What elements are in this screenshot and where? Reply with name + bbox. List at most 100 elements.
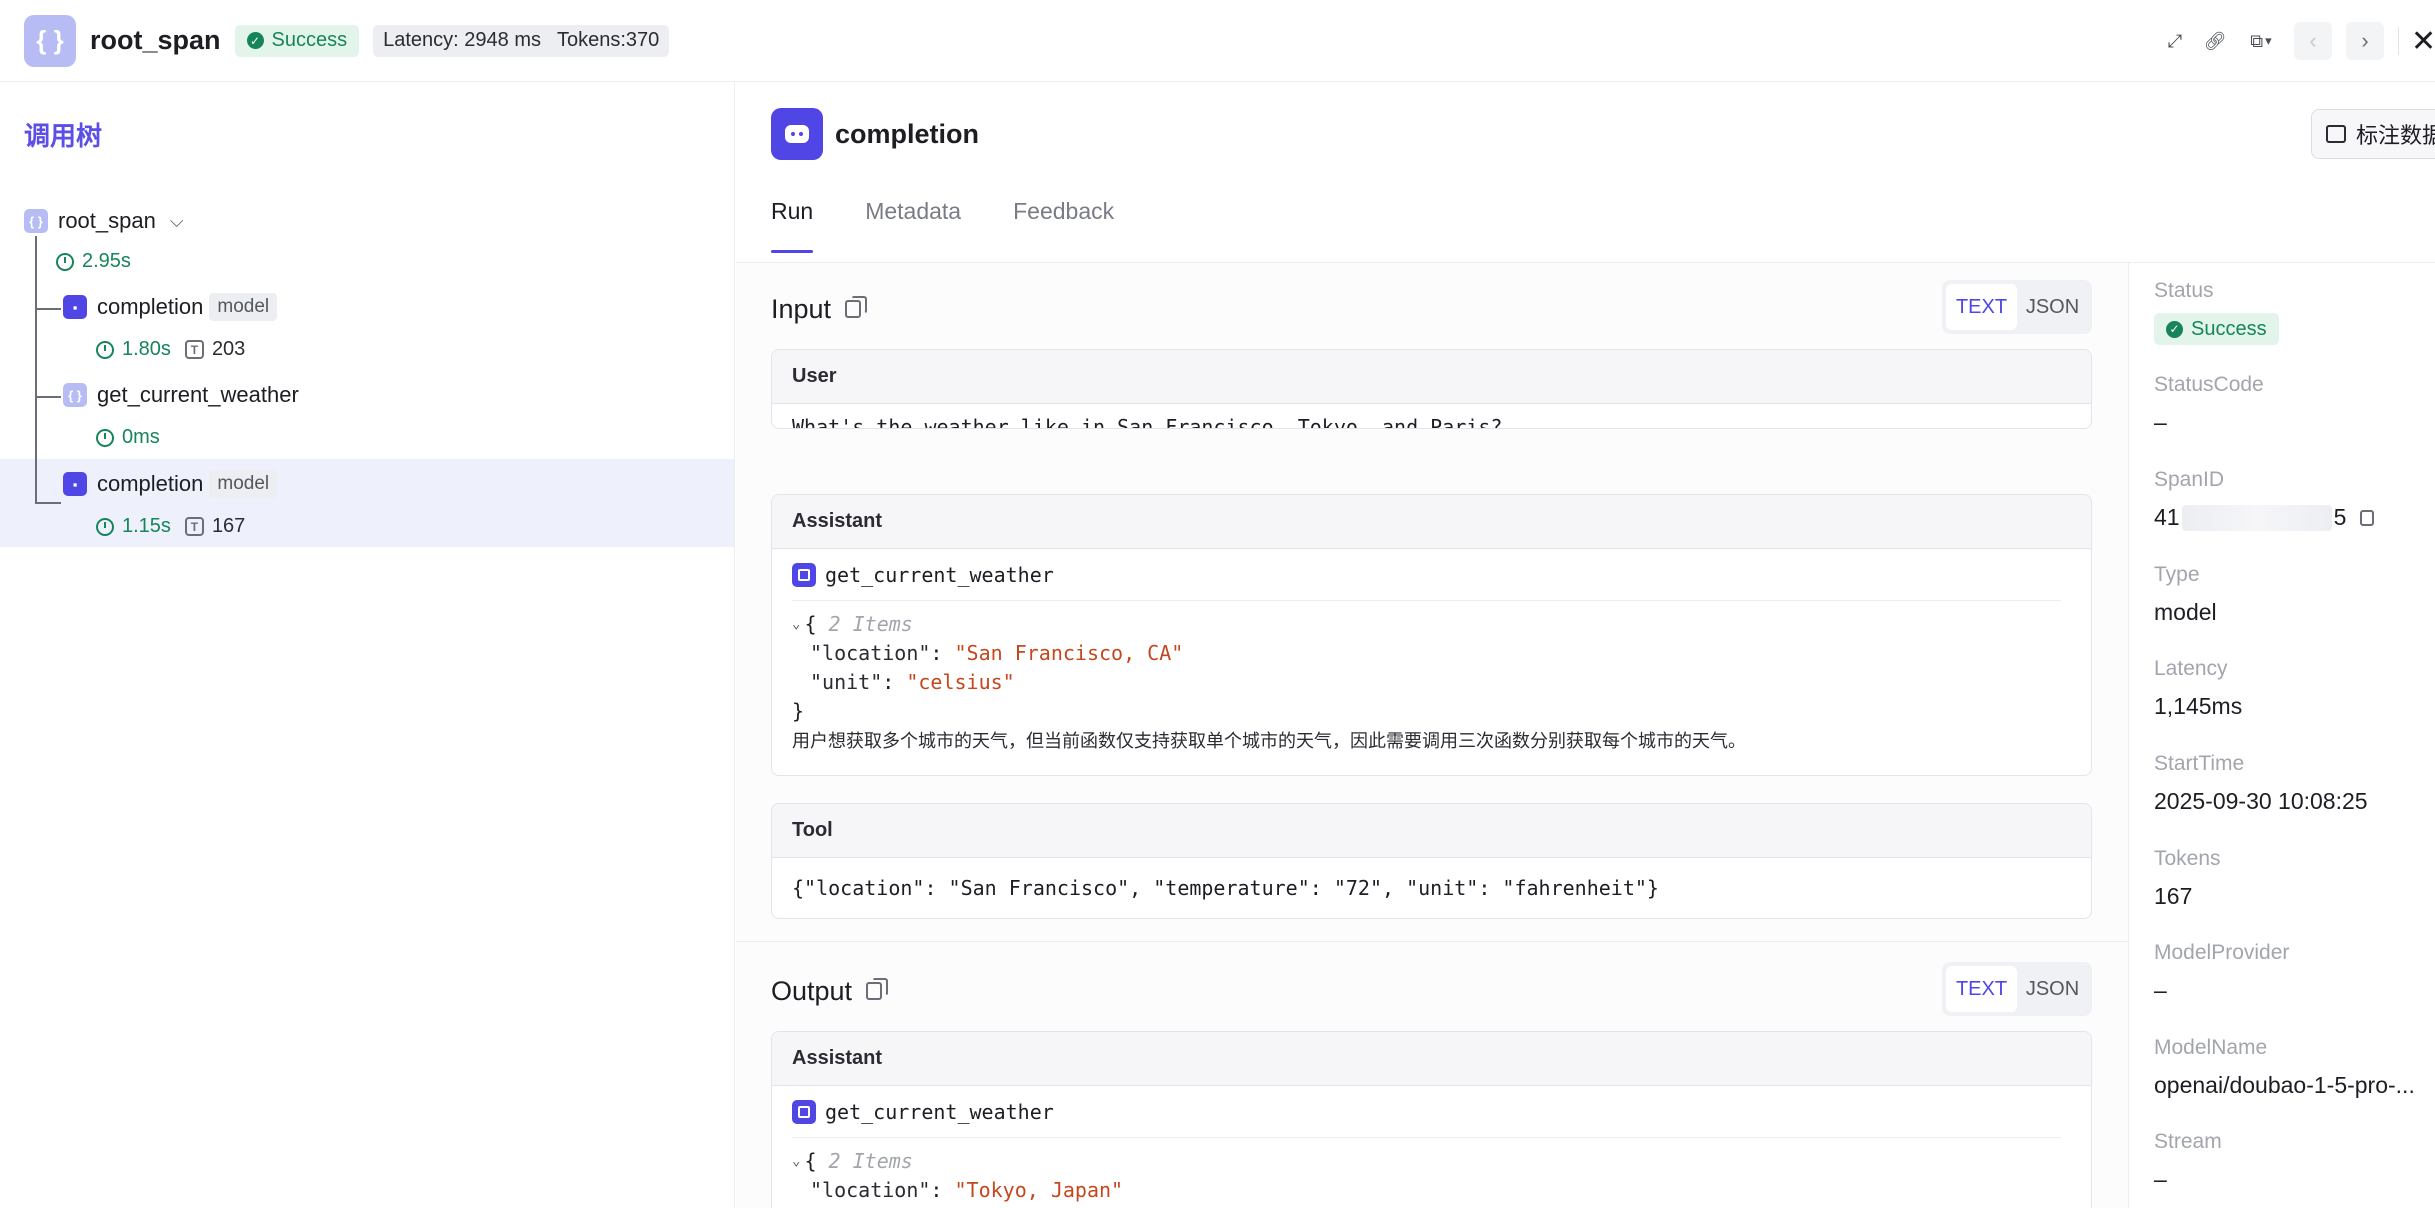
latency-value: 1.15s (122, 515, 171, 537)
field-value: 167 (2154, 883, 2193, 909)
assistant-reasoning-text: 用户想获取多个城市的天气，但当前函数仅支持获取单个城市的天气，因此需要调用三次函… (792, 731, 1746, 751)
copy-icon[interactable] (2360, 509, 2375, 526)
field-status: Status ✓ Success (2154, 279, 2279, 345)
tree-connector (35, 308, 61, 310)
tree-node-label: completion (97, 471, 204, 496)
field-label: StartTime (2154, 752, 2245, 775)
field-label: StatusCode (2154, 373, 2264, 396)
output-format-toggle: TEXT JSON (1942, 962, 2092, 1016)
clock-icon (96, 428, 114, 447)
latency-metric: Latency: 2948 ms (383, 29, 541, 51)
json-value: "Tokyo, Japan" (954, 1177, 1124, 1202)
tree-node-completion[interactable]: ▪ completion model (63, 293, 278, 321)
field-label: Status (2154, 279, 2214, 302)
format-text-option[interactable]: TEXT (1946, 966, 2017, 1012)
json-value: "celsius" (906, 669, 1015, 694)
field-stream: Stream – (2154, 1130, 2222, 1193)
token-icon: T (184, 517, 204, 536)
tree-node-completion-selected[interactable]: ▪ completion model (63, 470, 278, 498)
latency-value: 0ms (122, 426, 160, 448)
json-property: "unit": "celsius" (810, 669, 1015, 694)
close-icon[interactable]: ✕ (2411, 24, 2435, 59)
header-actions: ⤢ 🔗︎ ⧉ ▾ ‹ › ✕ (2148, 0, 2435, 82)
tool-call-header: get_current_weather (792, 1086, 2061, 1138)
json-key: "location" (810, 1177, 931, 1202)
call-tree-title: 调用树 (24, 121, 103, 151)
tree-node-root[interactable]: { } root_span ⌵ (24, 208, 184, 234)
tab-run[interactable]: Run (771, 198, 814, 253)
field-value: ✓ Success (2154, 313, 2279, 345)
message-role: User (772, 350, 2091, 404)
copy-icon[interactable] (845, 296, 868, 318)
copy-icon[interactable] (866, 978, 889, 1000)
tool-message: Tool {"location": "San Francisco", "temp… (771, 803, 2092, 919)
annotation-icon (2326, 125, 2346, 143)
token-icon: T (184, 340, 204, 359)
format-json-option[interactable]: JSON (2017, 284, 2088, 330)
chevron-right-icon: › (2361, 28, 2369, 53)
span-attributes-panel: Status ✓ Success StatusCode – SpanID 41 … (2128, 263, 2435, 1208)
check-circle-icon: ✓ (2166, 320, 2183, 338)
format-json-option[interactable]: JSON (2017, 966, 2088, 1012)
metrics-badge: Latency: 2948 ms Tokens:370 (373, 24, 670, 57)
chevron-down-icon[interactable]: ⌵ (170, 211, 184, 232)
tree-connector (35, 396, 61, 398)
token-value: 167 (211, 515, 246, 537)
next-span-button[interactable]: › (2346, 22, 2384, 60)
message-body: get_current_weather ⌄{ 2 Items "location… (772, 1086, 2091, 1204)
output-section-header: Output (771, 971, 889, 1011)
field-value: openai/doubao-1-5-pro-... (2154, 1072, 2415, 1098)
message-body: get_current_weather ⌄{ 2 Items "location… (772, 549, 2091, 755)
chat-bot-icon: ▪ (63, 295, 87, 319)
user-message: User What's the weather like in San Fran… (771, 349, 2092, 429)
field-value: 2025-09-30 10:08:25 (2154, 788, 2368, 814)
detail-tabs: Run Metadata Feedback (771, 198, 1166, 253)
redacted-span-id (2181, 504, 2332, 531)
collapse-chevron-icon[interactable]: ⌄ (792, 1153, 800, 1169)
tab-feedback[interactable]: Feedback (1013, 198, 1114, 253)
expand-icon[interactable]: ⤢ (2162, 28, 2188, 54)
annotate-data-button[interactable]: 标注数据 (2311, 109, 2435, 159)
prev-span-button[interactable]: ‹ (2294, 22, 2332, 60)
latency-stat: 1.80s (96, 338, 171, 361)
tree-connector (35, 502, 61, 504)
span-title: completion (835, 118, 980, 149)
clock-icon (96, 517, 114, 536)
chevron-left-icon: ‹ (2309, 28, 2317, 53)
field-label: SpanID (2154, 468, 2225, 491)
json-object-open: ⌄{ 2 Items (792, 1148, 913, 1173)
json-property: "location": "Tokyo, Japan" (810, 1177, 1124, 1202)
token-value: 203 (211, 338, 246, 360)
input-format-toggle: TEXT JSON (1942, 280, 2092, 334)
format-text-option[interactable]: TEXT (1946, 284, 2017, 330)
field-label: Stream (2154, 1130, 2222, 1153)
field-tokens: Tokens 167 (2154, 847, 2221, 910)
status-badge-label: Success (271, 29, 348, 51)
json-items-count: 2 Items (828, 611, 913, 636)
tree-node-stats: 1.80s T 203 (96, 338, 245, 361)
tool-call-name: get_current_weather (825, 562, 1054, 587)
annotate-data-label: 标注数据 (2356, 123, 2435, 148)
tab-metadata[interactable]: Metadata (865, 198, 961, 253)
header-divider (2398, 27, 2399, 55)
copy-dropdown-icon[interactable]: ⧉ ▾ (2242, 28, 2280, 54)
span-heading: completion (771, 108, 979, 160)
chat-bot-icon: ▪ (63, 472, 87, 496)
json-items-count: 2 Items (828, 1148, 913, 1173)
field-label: Type (2154, 563, 2200, 586)
tree-node-label: get_current_weather (97, 382, 299, 407)
tree-node-get-current-weather[interactable]: { } get_current_weather (63, 382, 299, 408)
latency-value: 2.95s (82, 250, 131, 272)
span-id-suffix: 5 (2333, 504, 2347, 530)
latency-stat: 2.95s (56, 250, 131, 273)
node-type-tag: model (209, 470, 278, 498)
collapse-chevron-icon[interactable]: ⌄ (792, 616, 800, 632)
tool-call-header: get_current_weather (792, 549, 2061, 601)
braces-icon: { } (24, 209, 48, 233)
tree-node-stats: 2.95s (56, 250, 131, 273)
link-icon[interactable]: 🔗︎ (2202, 28, 2228, 54)
token-stat: T 167 (184, 515, 246, 538)
json-object-open: ⌄{ 2 Items (792, 611, 913, 636)
message-role: Tool (772, 804, 2091, 858)
message-role: Assistant (772, 1032, 2091, 1086)
